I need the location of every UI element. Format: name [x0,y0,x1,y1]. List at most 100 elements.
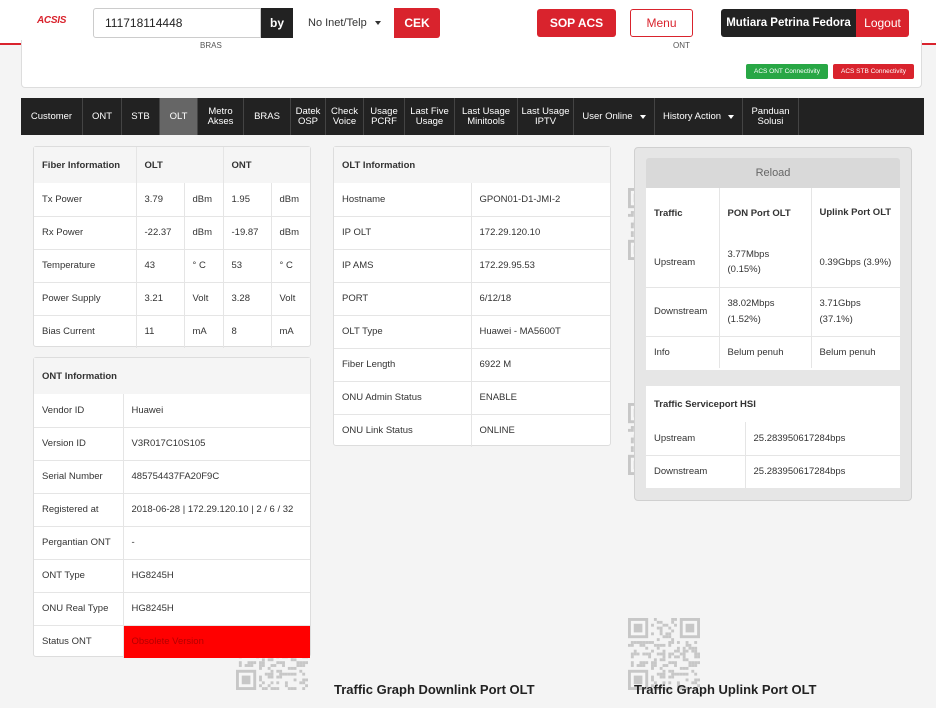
row-value: 172.29.95.53 [471,248,610,282]
fiber-table: Fiber Information OLT ONT Tx Power 3.79 dB… [34,147,310,348]
tab-label: Metro Akses [207,106,234,127]
caret-down-icon [639,114,646,119]
table-row: IP OLT 172.29.120.10 [334,215,610,249]
tab-label: STB [131,110,150,122]
ont-value: 53 [223,248,272,282]
search-input[interactable] [93,8,261,38]
row-label: ONU Admin Status [334,380,472,414]
cek-button[interactable]: CEK [394,8,440,38]
ont-unit: ° C [271,248,310,282]
search-type-value: No Inet/Telp [308,17,367,29]
row-value: 2018-06-28 | 172.29.120.10 | 2 / 6 / 32 [123,492,310,526]
fiber-label: Temperature [34,248,137,282]
serviceport-box: Traffic Serviceport HSI Upstream 25.28395… [646,386,900,488]
ont-table-header: ONT Information [34,358,310,394]
row-value: 25.283950617284bps [745,454,900,488]
table-row: Hostname GPON01-D1-JMI-2 [334,183,610,216]
olt-value: -22.37 [136,215,185,249]
reload-button[interactable]: Reload [646,158,900,188]
row-label: Status ONT [34,624,124,658]
menu-button[interactable]: Menu [630,9,693,37]
tab-last-five-usage[interactable]: Last Five Usage [405,98,455,135]
tab-history-action[interactable]: History Action [655,98,743,135]
row-label: Fiber Length [334,347,472,381]
tab-customer[interactable]: Customer [21,98,83,135]
tab-last-usage-minitools[interactable]: Last Usage Minitools [455,98,518,135]
table-row: OLT Type Huawei - MA5600T [334,314,610,348]
tab-label: Last Usage Minitools [461,106,511,127]
row-value: ONLINE [471,413,610,447]
ont-table: ONT Information Vendor ID Huawei Version I… [34,358,310,658]
olt-unit: Volt [184,281,224,315]
table-row: ONT Type HG8245H [34,558,310,592]
acs-ont-connectivity-badge[interactable]: ACS ONT Connectivity [746,64,828,79]
tab-metro-akses[interactable]: Metro Akses [198,98,244,135]
traffic-label: Upstream [646,238,720,287]
serviceport-header: Traffic Serviceport HSI [646,386,900,422]
olt-value: 11 [136,314,185,348]
olt-info-title: OLT Information [334,147,610,183]
acsis-logo: ACSIS [37,15,67,26]
tab-label: Customer [30,110,73,122]
table-row: Downstream 38.02Mbps (1.52%) 3.71Gbps (37.… [646,286,900,336]
table-row: Registered at 2018-06-28 | 172.29.120.10 … [34,492,310,526]
row-value: V3R017C10S105 [123,426,310,460]
row-label: ONU Link Status [334,413,472,447]
tab-label: Usage PCRF [370,106,398,127]
table-row: Power Supply 3.21 Volt 3.28 Volt [34,281,310,315]
traffic-header-uplink: Uplink Port OLT [819,207,892,219]
row-value: 6/12/18 [471,281,610,315]
table-row: PORT 6/12/18 [334,281,610,315]
serviceport-table: Traffic Serviceport HSI Upstream 25.28395… [646,386,900,488]
table-row: ONU Real Type HG8245H [34,591,310,625]
acs-stb-connectivity-badge[interactable]: ACS STB Connectivity [833,64,914,79]
logout-button[interactable]: Logout [856,9,909,37]
tab-last-usage-iptv[interactable]: Last Usage IPTV [518,98,574,135]
tab-panduan-solusi[interactable]: Panduan Solusi [743,98,799,135]
row-value: GPON01-D1-JMI-2 [479,193,561,205]
ont-value: 3.28 [223,281,272,315]
table-row: Pergantian ONT - [34,525,310,559]
olt-unit: dBm [184,183,224,216]
ont-unit: mA [271,314,310,348]
row-value: Obsolete Version [123,624,310,658]
tab-label: Last Usage IPTV [521,106,570,127]
table-row: Status ONT Obsolete Version [34,624,310,658]
traffic-table-header: Traffic PON Port OLT Uplink Port OLT [646,188,900,238]
row-value: - [123,525,310,559]
ont-info-title: ONT Information [34,358,310,394]
tab-ont[interactable]: ONT [83,98,122,135]
tab-datek-osp[interactable]: Datek OSP [291,98,326,135]
tab-usage-pcrf[interactable]: Usage PCRF [364,98,405,135]
row-value: Huawei - MA5600T [471,314,610,348]
row-value: 6922 M [471,347,610,381]
traffic-uplink: 3.71Gbps (37.1%) [811,286,900,336]
search-type-select[interactable]: No Inet/Telp [298,8,394,38]
qr-watermark-icon [628,618,700,690]
summary-card: BRAS ONT ACS ONT Connectivity ACS STB Co… [21,40,922,88]
traffic-header-pon: PON Port OLT [719,188,812,238]
fiber-label: Tx Power [34,183,137,216]
tab-bras[interactable]: BRAS [244,98,291,135]
olt-table-header: OLT Information [334,147,610,183]
ont-value: -19.87 [223,215,272,249]
tab-label: History Action [662,110,722,122]
row-label: Vendor ID [34,394,124,427]
row-label: Version ID [34,426,124,460]
fiber-header-label: Fiber Information [34,147,137,183]
serviceport-title: Traffic Serviceport HSI [654,398,756,410]
traffic-uplink: 0.39Gbps (3.9%) [819,256,892,268]
table-row: Rx Power -22.37 dBm -19.87 dBm [34,215,310,249]
table-row: Downstream 25.283950617284bps [646,454,900,488]
tab-check-voice[interactable]: Check Voice [326,98,364,135]
sop-acs-button[interactable]: SOP ACS [537,9,616,37]
downlink-graph-title: Traffic Graph Downlink Port OLT [334,682,535,697]
fiber-header-ont: ONT [223,147,310,183]
table-row: ONU Link Status ONLINE [334,413,610,447]
tab-olt[interactable]: OLT [160,98,198,135]
ont-unit: dBm [279,193,300,205]
row-label: Serial Number [34,459,124,493]
tab-stb[interactable]: STB [122,98,160,135]
ont-unit: Volt [271,281,310,315]
tab-user-online[interactable]: User Online [574,98,655,135]
